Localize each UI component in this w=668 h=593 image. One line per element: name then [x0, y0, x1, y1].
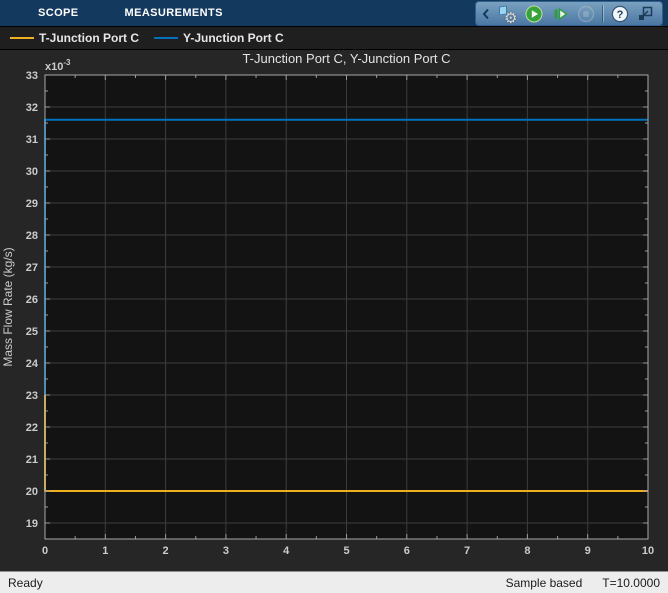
help-button[interactable]: ?: [610, 4, 629, 23]
tick-label: 32: [26, 102, 38, 114]
legend-bar: T-Junction Port C Y-Junction Port C: [0, 27, 668, 50]
tick-label: 9: [585, 545, 591, 557]
tick-label: 8: [524, 545, 530, 557]
tick-label: 21: [26, 454, 38, 466]
tab-scope[interactable]: SCOPE: [38, 0, 79, 26]
simulation-settings-icon[interactable]: ⚙: [498, 4, 517, 23]
y-axis-exponent: x10-3: [45, 58, 71, 73]
tick-label: 4: [283, 545, 290, 557]
scope-plot[interactable]: 0123456789101920212223242526272829303132…: [0, 50, 668, 571]
legend-color-line-yellow: [10, 37, 34, 39]
tick-label: 33: [26, 70, 38, 82]
tick-label: 26: [26, 294, 38, 306]
y-axis-label: Mass Flow Rate (kg/s): [1, 247, 15, 366]
run-button[interactable]: [524, 4, 543, 23]
legend-item-t-junction[interactable]: T-Junction Port C: [10, 31, 139, 45]
stop-button[interactable]: [576, 4, 595, 23]
status-sample-mode: Sample based: [506, 576, 583, 590]
tick-label: 6: [404, 545, 410, 557]
svg-text:?: ?: [616, 9, 623, 21]
scope-figure: 0123456789101920212223242526272829303132…: [0, 50, 668, 571]
step-forward-button[interactable]: [550, 4, 569, 23]
legend-label: T-Junction Port C: [39, 31, 139, 45]
chart-title: T-Junction Port C, Y-Junction Port C: [242, 51, 450, 66]
tick-label: 30: [26, 166, 38, 178]
toolstrip: SCOPE MEASUREMENTS ⚙: [0, 0, 668, 27]
toolbar-separator: [602, 5, 603, 22]
legend-color-line-blue: [154, 37, 178, 39]
tick-label: 24: [26, 358, 39, 370]
tick-label: 23: [26, 390, 38, 402]
tick-label: 31: [26, 134, 38, 146]
legend-label: Y-Junction Port C: [183, 31, 284, 45]
tick-label: 22: [26, 422, 38, 434]
tick-label: 10: [642, 545, 654, 557]
dock-icon[interactable]: [636, 4, 655, 23]
legend-item-y-junction[interactable]: Y-Junction Port C: [154, 31, 284, 45]
status-sim-time: T=10.0000: [602, 576, 660, 590]
tick-label: 27: [26, 262, 38, 274]
tick-label: 20: [26, 486, 38, 498]
tick-label: 1: [102, 545, 108, 557]
status-ready: Ready: [8, 576, 43, 590]
tick-label: 2: [163, 545, 169, 557]
tick-label: 3: [223, 545, 229, 557]
tick-label: 25: [26, 326, 38, 338]
toolstrip-tabs: SCOPE MEASUREMENTS: [0, 0, 223, 26]
tick-label: 5: [343, 545, 349, 557]
tab-measurements[interactable]: MEASUREMENTS: [125, 0, 223, 26]
collapse-chevron-icon[interactable]: [481, 4, 491, 23]
status-bar: Ready Sample based T=10.0000: [0, 571, 668, 593]
quick-access-toolbar: ⚙ ?: [475, 1, 663, 26]
tick-label: 29: [26, 198, 38, 210]
gear-icon: ⚙: [504, 11, 517, 26]
tick-label: 19: [26, 518, 38, 530]
tick-label: 7: [464, 545, 470, 557]
tick-label: 28: [26, 230, 38, 242]
tick-label: 0: [42, 545, 48, 557]
